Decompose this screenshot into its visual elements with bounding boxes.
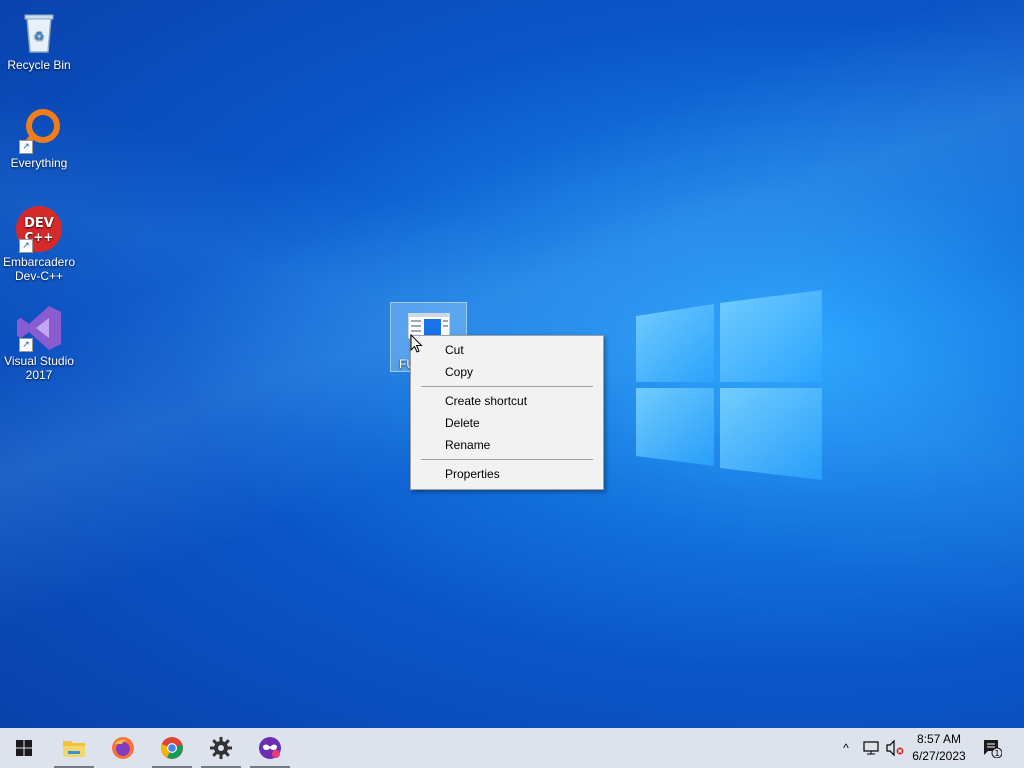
desktop-icon-label-line1: Embarcadero	[2, 255, 76, 269]
menu-item-create-shortcut[interactable]: Create shortcut	[412, 390, 602, 412]
file-explorer-icon	[63, 741, 85, 757]
tray-network-button[interactable]	[860, 728, 882, 768]
network-monitor-icon	[863, 741, 879, 755]
tray-notifications-button[interactable]: 1	[980, 728, 1004, 768]
shortcut-arrow-icon: ↗	[19, 239, 33, 253]
svg-text:DEV: DEV	[24, 216, 54, 231]
clock-time: 8:57 AM	[916, 732, 962, 746]
desktop-icon-label-line2: 2017	[25, 368, 53, 382]
chevron-up-icon: ^	[843, 741, 849, 755]
taskbar-app-mask[interactable]	[246, 728, 294, 768]
menu-item-properties[interactable]: Properties	[412, 463, 602, 485]
taskbar-chrome[interactable]	[148, 728, 196, 768]
taskbar: ^ 8:57 AM 6/27/2023 1	[0, 728, 1024, 768]
desktop-icon-label-line2: Dev-C++	[14, 269, 64, 283]
windows-logo-wallpaper	[636, 290, 822, 480]
settings-gear-icon	[210, 737, 232, 759]
desktop-icon-label: Everything	[10, 156, 68, 170]
tray-show-hidden-button[interactable]: ^	[836, 728, 856, 768]
menu-item-cut[interactable]: Cut	[412, 339, 602, 361]
notification-center-icon: 1	[984, 740, 1002, 758]
svg-text:♻: ♻	[34, 29, 45, 43]
chrome-icon	[160, 737, 183, 759]
start-button[interactable]	[0, 728, 48, 768]
desktop-icon-label-line1: Visual Studio	[4, 354, 74, 368]
shortcut-arrow-icon: ↗	[19, 338, 33, 352]
menu-separator	[421, 386, 593, 387]
taskbar-firefox[interactable]	[99, 728, 147, 768]
desktop-icon-recycle-bin[interactable]: ♻ Recycle Bin	[0, 8, 78, 72]
desktop-icon-label: Recycle Bin	[7, 58, 71, 72]
clock-date: 6/27/2023	[912, 749, 966, 763]
menu-separator	[421, 459, 593, 460]
everything-magnifier-icon: ↗	[15, 106, 63, 154]
firefox-icon	[112, 737, 134, 759]
taskbar-settings[interactable]	[197, 728, 245, 768]
desktop-icon-everything[interactable]: ↗ Everything	[0, 106, 78, 170]
windows-start-icon	[16, 740, 32, 756]
desktop-icon-visual-studio[interactable]: ↗ Visual Studio 2017	[0, 304, 78, 382]
menu-item-rename[interactable]: Rename	[412, 434, 602, 456]
recycle-bin-icon: ♻	[15, 8, 63, 56]
tray-clock[interactable]: 8:57 AM 6/27/2023	[900, 731, 978, 765]
devcpp-icon: DEV C++ ↗	[15, 205, 63, 253]
app-mask-icon	[259, 737, 281, 759]
mouse-cursor-icon	[410, 334, 423, 353]
shortcut-arrow-icon: ↗	[19, 140, 33, 154]
notification-count: 1	[994, 749, 999, 758]
menu-item-copy[interactable]: Copy	[412, 361, 602, 383]
taskbar-file-explorer[interactable]	[50, 728, 98, 768]
visual-studio-icon: ↗	[15, 304, 63, 352]
context-menu: Cut Copy Create shortcut Delete Rename P…	[410, 335, 604, 490]
desktop-icon-devcpp[interactable]: DEV C++ ↗ Embarcadero Dev-C++	[0, 205, 78, 283]
menu-item-delete[interactable]: Delete	[412, 412, 602, 434]
